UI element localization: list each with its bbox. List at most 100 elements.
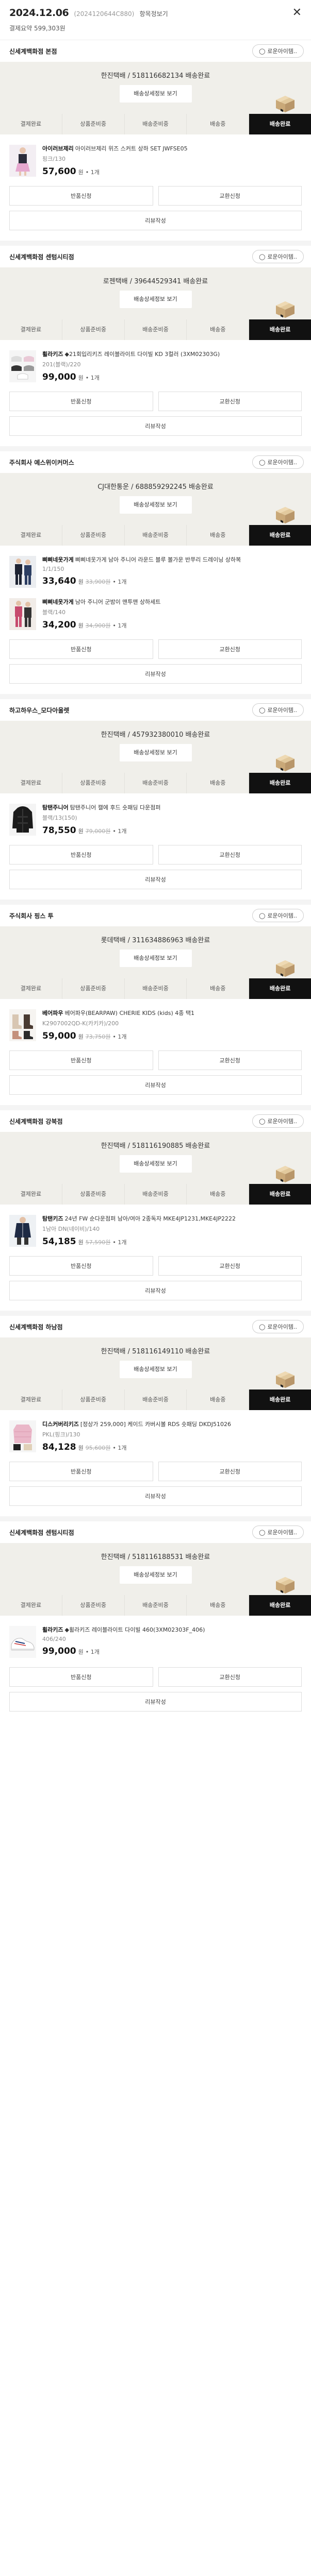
return-request-button[interactable]: 반품신청 [9, 639, 153, 659]
delivery-box-icon [274, 1163, 297, 1183]
shop-inquiry-button[interactable]: ◯ 로운아이템.. [252, 1320, 304, 1333]
delivery-step: 배송완료 [249, 773, 311, 793]
order-item[interactable]: 탐탠주니어 탐탠주니어 캘에 후드 숏패딩 다운점퍼 블랙/13(150) 78,55… [0, 793, 311, 836]
order-item[interactable]: 휠라키즈 ◆21회입리키즈 레이블라이트 다이빌 KD 3컬러 (3XM02303… [0, 340, 311, 382]
track-delivery-button[interactable]: 배송상세정보 보기 [119, 85, 192, 103]
price-value: 59,000 [42, 1031, 76, 1041]
order-item[interactable]: 삐삐네옷가게 남아 주니어 군밤이 맨투맨 상하세트블랙/140 34,200 원 34… [0, 588, 311, 630]
product-price: 84,128 원 95,600원 • 1개 [42, 1442, 302, 1452]
product-brand: 아이러브제리 [42, 145, 74, 152]
product-image[interactable] [9, 1009, 36, 1041]
delivery-step: 상품준비중 [61, 319, 124, 340]
product-image[interactable] [9, 598, 36, 630]
product-price: 34,200 원 34,900원 • 1개 [42, 620, 302, 630]
return-request-button[interactable]: 반품신청 [9, 392, 153, 411]
delivery-step: 결제완료 [0, 1184, 62, 1205]
shop-inquiry-label: 로운아이템.. [267, 253, 297, 260]
write-review-button[interactable]: 리뷰작성 [9, 664, 302, 684]
product-name[interactable]: 삐삐네옷가게 남아 주니어 군밤이 맨투맨 상하세트 [42, 598, 302, 606]
order-item[interactable]: 삐삐네옷가게 삐삐네옷가게 남아 주니어 라운드 블루 볼가운 반쭈리 드레이닝 … [0, 546, 311, 588]
return-request-button[interactable]: 반품신청 [9, 845, 153, 865]
review-row: 리뷰작성 [0, 1070, 311, 1105]
close-icon[interactable]: ✕ [292, 6, 302, 19]
order-item[interactable]: 디스커버리키즈 [정상가 259,000] 케이드 카버시볼 RDS 숏패딩 DK… [0, 1410, 311, 1452]
product-image[interactable] [9, 1420, 36, 1452]
return-request-button[interactable]: 반품신청 [9, 1050, 153, 1070]
delivery-step: 배송중 [186, 978, 249, 999]
product-quantity: • 1개 [112, 579, 127, 585]
exchange-request-button[interactable]: 교환신청 [158, 1256, 302, 1276]
order-item[interactable]: 탐탠키즈 24년 FW 순다운점퍼 남아/여아 2종독자 MKE4JP1231,M… [0, 1205, 311, 1247]
exchange-request-button[interactable]: 교환신청 [158, 1050, 302, 1070]
write-review-button[interactable]: 리뷰작성 [9, 416, 302, 436]
product-name[interactable]: 휠라키즈 ◆21회입리키즈 레이블라이트 다이빌 KD 3컬러 (3XM02303… [42, 350, 302, 359]
price-unit: 원 [78, 1649, 84, 1655]
product-image[interactable] [9, 1626, 36, 1658]
exchange-request-button[interactable]: 교환신청 [158, 392, 302, 411]
delivery-status: 롯데택배 / 311634886963 배송완료 [101, 937, 210, 944]
delivery-box-icon [274, 504, 297, 524]
delivery-step: 배송준비중 [124, 319, 187, 340]
exchange-request-button[interactable]: 교환신청 [158, 186, 302, 206]
product-name[interactable]: 삐삐네옷가게 삐삐네옷가게 남아 주니어 라운드 블루 볼가운 반쭈리 드레이닝 … [42, 556, 302, 564]
shop-inquiry-button[interactable]: ◯ 로운아이템.. [252, 455, 304, 469]
shop-inquiry-button[interactable]: ◯ 로운아이템.. [252, 1114, 304, 1128]
track-delivery-button[interactable]: 배송상세정보 보기 [119, 496, 192, 514]
write-review-button[interactable]: 리뷰작성 [9, 870, 302, 889]
shop-inquiry-button[interactable]: ◯ 로운아이템.. [252, 703, 304, 717]
shop-inquiry-button[interactable]: ◯ 로운아이템.. [252, 909, 304, 922]
order-item[interactable]: 아이러브제리 아이러브제리 위즈 스커트 상하 SET JWFSE05 핑크/130… [0, 134, 311, 177]
price-value: 34,200 [42, 620, 76, 630]
product-option: 블랙/140 [42, 609, 66, 616]
write-review-button[interactable]: 리뷰작성 [9, 1486, 302, 1506]
product-image[interactable] [9, 145, 36, 177]
product-name[interactable]: 탐탠주니어 탐탠주니어 캘에 후드 숏패딩 다운점퍼 [42, 804, 302, 812]
delivery-step: 배송완료 [249, 1595, 311, 1616]
return-request-button[interactable]: 반품신청 [9, 1667, 153, 1687]
track-delivery-button[interactable]: 배송상세정보 보기 [119, 1155, 192, 1173]
original-price: 79,000원 [85, 828, 111, 835]
delivery-step: 결제완료 [0, 525, 62, 546]
order-item[interactable]: 휠라키즈 ◆휠라키즈 레이블라이트 다이빌 460(3XM02303F_406) 4… [0, 1616, 311, 1658]
original-price: 34,900원 [85, 622, 111, 629]
shop-inquiry-button[interactable]: ◯ 로운아이템.. [252, 44, 304, 58]
product-name[interactable]: 디스커버리키즈 [정상가 259,000] 케이드 카버시볼 RDS 숏패딩 DK… [42, 1420, 302, 1429]
product-price: 57,600 원 • 1개 [42, 166, 302, 177]
price-unit: 원 [78, 1033, 84, 1040]
order-item[interactable]: 베어파우 베어파우(BEARPAW) CHERIE KIDS (kids) 4종 … [0, 999, 311, 1041]
product-name[interactable]: 베어파우 베어파우(BEARPAW) CHERIE KIDS (kids) 4종 … [42, 1009, 302, 1018]
product-image[interactable] [9, 804, 36, 836]
write-review-button[interactable]: 리뷰작성 [9, 1075, 302, 1095]
exchange-request-button[interactable]: 교환신청 [158, 1462, 302, 1481]
product-name[interactable]: 탐탠키즈 24년 FW 순다운점퍼 남아/여아 2종독자 MKE4JP1231,M… [42, 1215, 302, 1223]
exchange-request-button[interactable]: 교환신청 [158, 845, 302, 865]
shop-inquiry-button[interactable]: ◯ 로운아이템.. [252, 1526, 304, 1539]
exchange-request-button[interactable]: 교환신청 [158, 1667, 302, 1687]
track-delivery-button[interactable]: 배송상세정보 보기 [119, 950, 192, 967]
return-request-button[interactable]: 반품신청 [9, 186, 153, 206]
product-name[interactable]: 아이러브제리 아이러브제리 위즈 스커트 상하 SET JWFSE05 [42, 145, 302, 153]
product-image[interactable] [9, 350, 36, 382]
chat-icon: ◯ [259, 459, 266, 466]
exchange-request-button[interactable]: 교환신청 [158, 639, 302, 659]
product-name[interactable]: 휠라키즈 ◆휠라키즈 레이블라이트 다이빌 460(3XM02303F_406) [42, 1626, 302, 1634]
write-review-button[interactable]: 리뷰작성 [9, 211, 302, 230]
track-delivery-button[interactable]: 배송상세정보 보기 [119, 744, 192, 761]
product-image[interactable] [9, 556, 36, 588]
track-delivery-button[interactable]: 배송상세정보 보기 [119, 291, 192, 308]
write-review-button[interactable]: 리뷰작성 [9, 1281, 302, 1300]
price-unit: 원 [78, 622, 84, 629]
delivery-step: 배송준비중 [124, 1595, 187, 1616]
order-detail-link[interactable]: 항목정보기 [139, 10, 168, 18]
track-delivery-button[interactable]: 배송상세정보 보기 [119, 1566, 192, 1584]
return-request-button[interactable]: 반품신청 [9, 1256, 153, 1276]
shop-inquiry-button[interactable]: ◯ 로운아이템.. [252, 250, 304, 263]
chat-icon: ◯ [259, 706, 266, 714]
product-info: 디스커버리키즈 [정상가 259,000] 케이드 카버시볼 RDS 숏패딩 DK… [42, 1420, 302, 1452]
product-image[interactable] [9, 1215, 36, 1247]
track-delivery-button[interactable]: 배송상세정보 보기 [119, 1361, 192, 1378]
write-review-button[interactable]: 리뷰작성 [9, 1692, 302, 1711]
return-request-button[interactable]: 반품신청 [9, 1462, 153, 1481]
price-unit: 원 [78, 579, 84, 585]
action-buttons: 반품신청 교환신청 [0, 1247, 311, 1276]
